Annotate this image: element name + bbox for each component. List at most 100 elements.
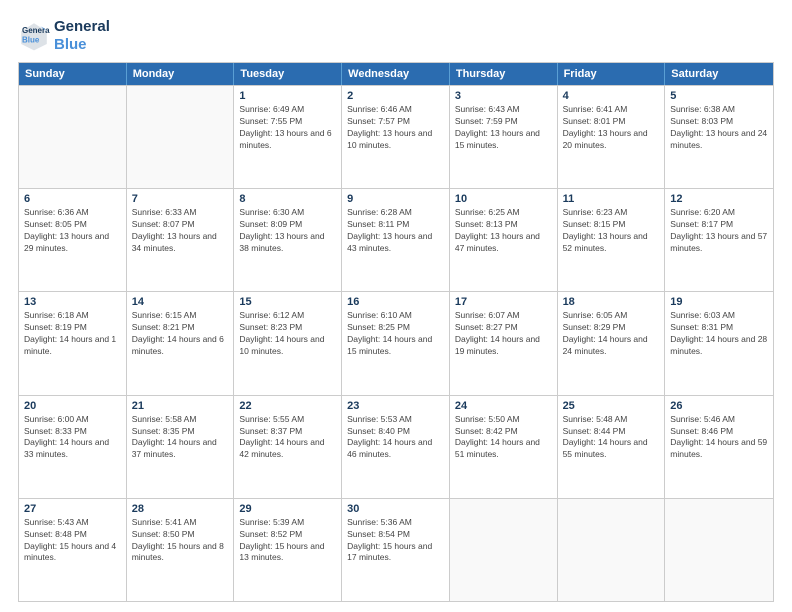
cal-cell: 22Sunrise: 5:55 AM Sunset: 8:37 PM Dayli… [234, 396, 342, 498]
day-info: Sunrise: 6:18 AM Sunset: 8:19 PM Dayligh… [24, 310, 121, 358]
cal-cell: 26 Sunrise: 5:46 AM Sunset: 8:46 PM Dayli… [665, 396, 773, 498]
cal-cell: 17Sunrise: 6:07 AM Sunset: 8:27 PM Dayli… [450, 292, 558, 394]
day-info: Sunrise: 6:49 AM Sunset: 7:55 PM Dayligh… [239, 104, 336, 152]
logo-icon: General Blue [18, 20, 50, 52]
day-info: Sunrise: 6:41 AM Sunset: 8:01 PM Dayligh… [563, 104, 660, 152]
day-info: Sunrise: 6:10 AM Sunset: 8:25 PM Dayligh… [347, 310, 444, 358]
cal-cell: 21 Sunrise: 5:58 AM Sunset: 8:35 PM Dayli… [127, 396, 235, 498]
day-number: 9 [347, 193, 444, 205]
cal-cell: 4 Sunrise: 6:41 AM Sunset: 8:01 PM Daylig… [558, 86, 666, 188]
day-number: 15 [239, 296, 336, 308]
cal-cell [127, 86, 235, 188]
cal-header-sunday: Sunday [19, 63, 127, 85]
day-number: 25 [563, 400, 660, 412]
cal-cell: 14 Sunrise: 6:15 AM Sunset: 8:21 PM Dayli… [127, 292, 235, 394]
cal-row-1: 1Sunrise: 6:49 AM Sunset: 7:55 PM Daylig… [19, 85, 773, 188]
day-info: Sunrise: 6:25 AM Sunset: 8:13 PM Dayligh… [455, 207, 552, 255]
day-number: 16 [347, 296, 444, 308]
day-number: 11 [563, 193, 660, 205]
cal-header-thursday: Thursday [450, 63, 558, 85]
cal-cell: 7 Sunrise: 6:33 AM Sunset: 8:07 PM Daylig… [127, 189, 235, 291]
day-number: 29 [239, 503, 336, 515]
logo-text: General Blue [54, 18, 110, 54]
day-number: 21 [132, 400, 229, 412]
day-info: Sunrise: 5:58 AM Sunset: 8:35 PM Dayligh… [132, 414, 229, 462]
day-info: Sunrise: 6:36 AM Sunset: 8:05 PM Dayligh… [24, 207, 121, 255]
cal-row-2: 6 Sunrise: 6:36 AM Sunset: 8:05 PM Daylig… [19, 188, 773, 291]
cal-cell: 11 Sunrise: 6:23 AM Sunset: 8:15 PM Dayli… [558, 189, 666, 291]
day-number: 3 [455, 90, 552, 102]
cal-header-saturday: Saturday [665, 63, 773, 85]
cal-cell: 28 Sunrise: 5:41 AM Sunset: 8:50 PM Dayli… [127, 499, 235, 601]
cal-cell: 25 Sunrise: 5:48 AM Sunset: 8:44 PM Dayli… [558, 396, 666, 498]
cal-header-friday: Friday [558, 63, 666, 85]
day-number: 6 [24, 193, 121, 205]
cal-cell: 20 Sunrise: 6:00 AM Sunset: 8:33 PM Dayli… [19, 396, 127, 498]
cal-cell: 10 Sunrise: 6:25 AM Sunset: 8:13 PM Dayli… [450, 189, 558, 291]
day-number: 23 [347, 400, 444, 412]
day-info: Sunrise: 6:28 AM Sunset: 8:11 PM Dayligh… [347, 207, 444, 255]
cal-cell [665, 499, 773, 601]
day-number: 5 [670, 90, 768, 102]
day-number: 20 [24, 400, 121, 412]
day-number: 2 [347, 90, 444, 102]
cal-cell: 30 Sunrise: 5:36 AM Sunset: 8:54 PM Dayli… [342, 499, 450, 601]
day-number: 28 [132, 503, 229, 515]
cal-cell: 24 Sunrise: 5:50 AM Sunset: 8:42 PM Dayli… [450, 396, 558, 498]
day-info: Sunrise: 5:43 AM Sunset: 8:48 PM Dayligh… [24, 517, 121, 565]
cal-cell: 5Sunrise: 6:38 AM Sunset: 8:03 PM Daylig… [665, 86, 773, 188]
day-number: 22 [239, 400, 336, 412]
cal-cell: 15 Sunrise: 6:12 AM Sunset: 8:23 PM Dayli… [234, 292, 342, 394]
day-number: 30 [347, 503, 444, 515]
day-info: Sunrise: 6:00 AM Sunset: 8:33 PM Dayligh… [24, 414, 121, 462]
cal-cell: 9 Sunrise: 6:28 AM Sunset: 8:11 PM Daylig… [342, 189, 450, 291]
day-info: Sunrise: 6:12 AM Sunset: 8:23 PM Dayligh… [239, 310, 336, 358]
cal-cell: 13 Sunrise: 6:18 AM Sunset: 8:19 PM Dayli… [19, 292, 127, 394]
day-info: Sunrise: 5:39 AM Sunset: 8:52 PM Dayligh… [239, 517, 336, 565]
day-info: Sunrise: 6:05 AM Sunset: 8:29 PM Dayligh… [563, 310, 660, 358]
day-number: 18 [563, 296, 660, 308]
day-info: Sunrise: 6:03 AM Sunset: 8:31 PM Dayligh… [670, 310, 768, 358]
cal-header-wednesday: Wednesday [342, 63, 450, 85]
cal-row-5: 27Sunrise: 5:43 AM Sunset: 8:48 PM Dayli… [19, 498, 773, 601]
cal-cell: 16 Sunrise: 6:10 AM Sunset: 8:25 PM Dayli… [342, 292, 450, 394]
cal-cell: 1Sunrise: 6:49 AM Sunset: 7:55 PM Daylig… [234, 86, 342, 188]
logo: General Blue General Blue [18, 18, 110, 54]
cal-header-monday: Monday [127, 63, 235, 85]
day-info: Sunrise: 5:41 AM Sunset: 8:50 PM Dayligh… [132, 517, 229, 565]
day-info: Sunrise: 6:07 AM Sunset: 8:27 PM Dayligh… [455, 310, 552, 358]
header: General Blue General Blue [18, 18, 774, 54]
cal-cell: 2Sunrise: 6:46 AM Sunset: 7:57 PM Daylig… [342, 86, 450, 188]
day-number: 8 [239, 193, 336, 205]
day-number: 7 [132, 193, 229, 205]
day-number: 26 [670, 400, 768, 412]
day-info: Sunrise: 5:48 AM Sunset: 8:44 PM Dayligh… [563, 414, 660, 462]
calendar-body: 1Sunrise: 6:49 AM Sunset: 7:55 PM Daylig… [19, 85, 773, 601]
calendar-header-row: SundayMondayTuesdayWednesdayThursdayFrid… [19, 63, 773, 85]
day-info: Sunrise: 6:23 AM Sunset: 8:15 PM Dayligh… [563, 207, 660, 255]
day-info: Sunrise: 5:46 AM Sunset: 8:46 PM Dayligh… [670, 414, 768, 462]
day-info: Sunrise: 6:33 AM Sunset: 8:07 PM Dayligh… [132, 207, 229, 255]
day-info: Sunrise: 6:30 AM Sunset: 8:09 PM Dayligh… [239, 207, 336, 255]
day-number: 4 [563, 90, 660, 102]
cal-cell: 29 Sunrise: 5:39 AM Sunset: 8:52 PM Dayli… [234, 499, 342, 601]
cal-cell: 23Sunrise: 5:53 AM Sunset: 8:40 PM Dayli… [342, 396, 450, 498]
cal-cell: 8 Sunrise: 6:30 AM Sunset: 8:09 PM Daylig… [234, 189, 342, 291]
day-number: 10 [455, 193, 552, 205]
day-info: Sunrise: 6:20 AM Sunset: 8:17 PM Dayligh… [670, 207, 768, 255]
day-number: 24 [455, 400, 552, 412]
day-info: Sunrise: 5:36 AM Sunset: 8:54 PM Dayligh… [347, 517, 444, 565]
page: General Blue General Blue SundayMondayTu… [0, 0, 792, 612]
cal-cell: 3Sunrise: 6:43 AM Sunset: 7:59 PM Daylig… [450, 86, 558, 188]
day-number: 19 [670, 296, 768, 308]
day-info: Sunrise: 6:15 AM Sunset: 8:21 PM Dayligh… [132, 310, 229, 358]
day-info: Sunrise: 5:50 AM Sunset: 8:42 PM Dayligh… [455, 414, 552, 462]
day-number: 14 [132, 296, 229, 308]
day-number: 13 [24, 296, 121, 308]
svg-text:Blue: Blue [22, 35, 40, 44]
cal-header-tuesday: Tuesday [234, 63, 342, 85]
cal-cell: 12Sunrise: 6:20 AM Sunset: 8:17 PM Dayli… [665, 189, 773, 291]
cal-row-4: 20 Sunrise: 6:00 AM Sunset: 8:33 PM Dayli… [19, 395, 773, 498]
cal-cell [19, 86, 127, 188]
cal-cell [450, 499, 558, 601]
